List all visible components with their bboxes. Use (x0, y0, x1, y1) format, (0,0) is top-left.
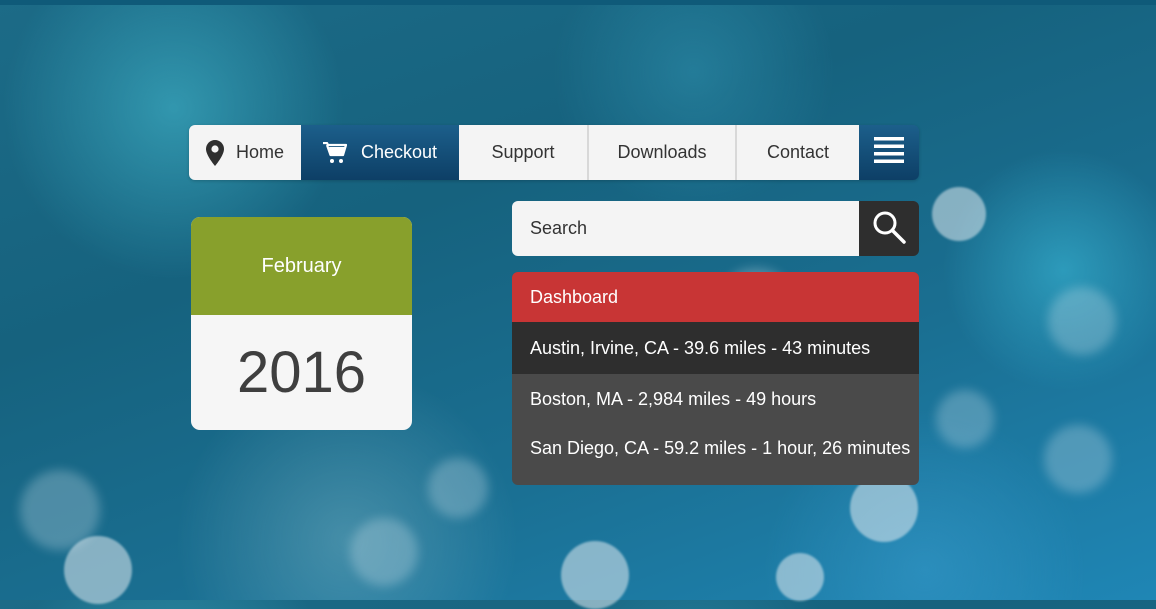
search-icon (872, 210, 906, 248)
calendar-widget: February 2016 (191, 217, 412, 430)
dashboard-title: Dashboard (512, 272, 919, 322)
map-pin-icon (205, 139, 224, 166)
bokeh-circle (1044, 425, 1112, 493)
bokeh-circle (20, 470, 100, 550)
list-item[interactable]: San Diego, CA - 59.2 miles - 1 hour, 26 … (512, 425, 919, 471)
main-nav-bar: Home Checkout Support Downloads Contact (189, 125, 919, 180)
bokeh-circle (1048, 287, 1116, 355)
nav-item-contact[interactable]: Contact (737, 125, 859, 180)
nav-item-home[interactable]: Home (189, 125, 301, 180)
bokeh-circle (936, 390, 994, 448)
nav-item-label: Contact (766, 142, 830, 162)
menu-button[interactable] (859, 125, 919, 180)
search-bar (512, 201, 919, 256)
bokeh-circle (561, 541, 629, 609)
top-strip (0, 0, 1156, 5)
nav-item-label: Checkout (360, 142, 438, 162)
hamburger-menu-icon (874, 135, 904, 170)
bokeh-circle (428, 458, 488, 518)
nav-item-downloads[interactable]: Downloads (589, 125, 737, 180)
nav-item-label: Downloads (617, 142, 707, 162)
nav-item-label: Home (235, 142, 284, 162)
list-item[interactable]: Boston, MA - 2,984 miles - 49 hours (512, 374, 919, 425)
nav-item-checkout[interactable]: Checkout (301, 125, 459, 180)
calendar-year: 2016 (236, 340, 367, 405)
nav-item-label: Support (491, 142, 555, 162)
cart-icon (322, 141, 347, 164)
calendar-month: February (191, 217, 412, 315)
nav-item-support[interactable]: Support (459, 125, 589, 180)
list-item[interactable]: Austin, Irvine, CA - 39.6 miles - 43 min… (512, 322, 919, 374)
search-button[interactable] (859, 201, 919, 256)
dashboard-panel: Dashboard Austin, Irvine, CA - 39.6 mile… (512, 272, 919, 485)
bokeh-circle (350, 518, 418, 586)
search-input[interactable] (512, 201, 859, 256)
bokeh-circle (776, 553, 824, 601)
bokeh-circle (932, 187, 986, 241)
